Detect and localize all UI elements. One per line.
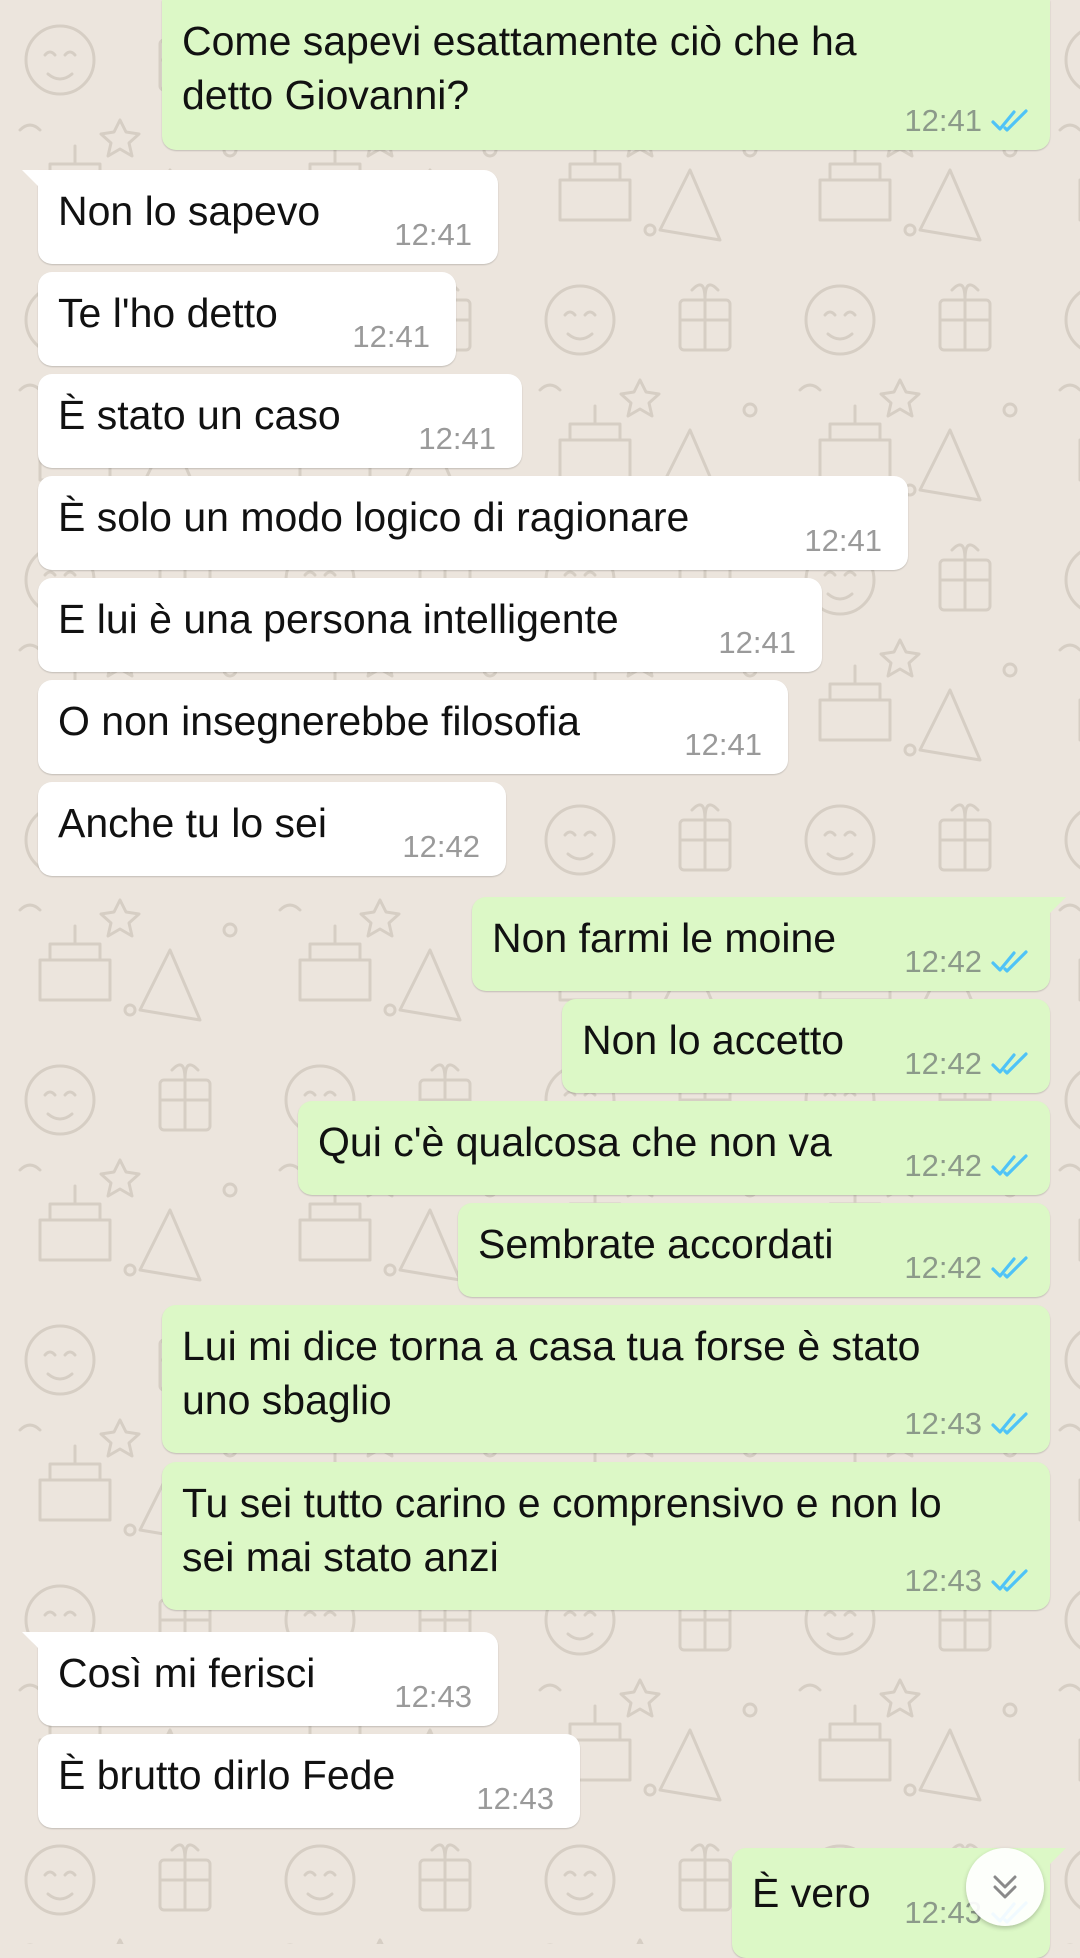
message-meta: 12:42 [904, 1251, 1032, 1285]
double-check-icon [991, 109, 1028, 132]
double-check-icon [991, 1412, 1028, 1435]
message-meta: 12:41 [394, 218, 472, 252]
message-time: 12:42 [904, 944, 982, 979]
message-meta: 12:41 [718, 626, 796, 660]
bubble-tail [22, 170, 44, 192]
message-meta: 12:43 [394, 1680, 472, 1714]
message-meta: 12:42 [904, 945, 1032, 979]
message-meta: 12:41 [352, 320, 430, 354]
double-chevron-down-icon [993, 1875, 1017, 1899]
message-text: O non insegnerebbe filosofia [58, 698, 580, 744]
message-time: 12:43 [904, 1563, 982, 1598]
double-check-icon [991, 1256, 1028, 1279]
scroll-to-bottom-button[interactable] [966, 1848, 1044, 1926]
message-time: 12:42 [904, 1250, 982, 1285]
bubble-tail [22, 1632, 44, 1654]
message-time: 12:42 [402, 829, 480, 864]
message-bubble-outgoing[interactable]: Non lo accetto 12:42 [562, 999, 1050, 1093]
message-text: Lui mi dice torna a casa tua forse è sta… [182, 1323, 921, 1423]
chat-message-list[interactable]: Come sapevi esattamente ciò che ha detto… [0, 0, 1080, 1958]
message-bubble-incoming[interactable]: E lui è una persona intelligente 12:41 [38, 578, 822, 672]
message-bubble-outgoing[interactable]: Tu sei tutto carino e comprensivo e non … [162, 1462, 1050, 1610]
message-bubble-outgoing[interactable]: Qui c'è qualcosa che non va 12:42 [298, 1101, 1050, 1195]
message-text: È solo un modo logico di ragionare [58, 494, 690, 540]
message-time: 12:43 [904, 1406, 982, 1441]
message-text: Sembrate accordati [478, 1221, 834, 1267]
bubble-tail [1044, 897, 1066, 919]
message-time: 12:41 [352, 319, 430, 354]
message-meta: 12:43 [476, 1782, 554, 1816]
message-meta: 12:41 [418, 422, 496, 456]
message-text: Anche tu lo sei [58, 800, 327, 846]
message-meta: 12:42 [904, 1149, 1032, 1183]
message-bubble-outgoing[interactable]: Non farmi le moine 12:42 [472, 897, 1066, 991]
message-text: Come sapevi esattamente ciò che ha detto… [182, 18, 857, 118]
message-text: Tu sei tutto carino e comprensivo e non … [182, 1480, 942, 1580]
message-text: Qui c'è qualcosa che non va [318, 1119, 832, 1165]
message-time: 12:43 [394, 1679, 472, 1714]
message-bubble-outgoing[interactable]: Lui mi dice torna a casa tua forse è sta… [162, 1305, 1050, 1453]
message-time: 12:42 [904, 1046, 982, 1081]
message-meta: 12:43 [904, 1564, 1032, 1598]
message-text: Non lo accetto [582, 1017, 845, 1063]
message-text: E lui è una persona intelligente [58, 596, 619, 642]
message-text: È stato un caso [58, 392, 341, 438]
message-meta: 12:41 [804, 524, 882, 558]
message-meta: 12:42 [402, 830, 480, 864]
message-bubble-incoming[interactable]: Te l'ho detto 12:41 [38, 272, 456, 366]
message-time: 12:41 [718, 625, 796, 660]
double-check-icon [991, 950, 1028, 973]
message-meta: 12:41 [904, 104, 1032, 138]
message-text: È brutto dirlo Fede [58, 1752, 396, 1798]
message-bubble-outgoing[interactable]: Sembrate accordati 12:42 [458, 1203, 1050, 1297]
bubble-tail [1044, 1848, 1066, 1870]
message-bubble-incoming[interactable]: Così mi ferisci 12:43 [22, 1632, 498, 1726]
message-time: 12:43 [476, 1781, 554, 1816]
message-text: Te l'ho detto [58, 290, 278, 336]
double-check-icon [991, 1052, 1028, 1075]
message-meta: 12:42 [904, 1047, 1032, 1081]
message-text: Non farmi le moine [492, 915, 837, 961]
message-time: 12:42 [904, 1148, 982, 1183]
message-meta: 12:43 [904, 1407, 1032, 1441]
message-bubble-incoming[interactable]: È solo un modo logico di ragionare 12:41 [38, 476, 908, 570]
message-bubble-incoming[interactable]: È stato un caso 12:41 [38, 374, 522, 468]
message-text: È vero [752, 1870, 871, 1916]
message-meta: 12:41 [684, 728, 762, 762]
message-bubble-incoming[interactable]: O non insegnerebbe filosofia 12:41 [38, 680, 788, 774]
message-bubble-incoming[interactable]: Anche tu lo sei 12:42 [38, 782, 506, 876]
double-check-icon [991, 1154, 1028, 1177]
message-bubble-outgoing[interactable]: Come sapevi esattamente ciò che ha detto… [162, 0, 1050, 150]
message-time: 12:41 [684, 727, 762, 762]
message-bubble-incoming[interactable]: È brutto dirlo Fede 12:43 [38, 1734, 580, 1828]
message-time: 12:41 [418, 421, 496, 456]
message-time: 12:41 [904, 103, 982, 138]
message-time: 12:41 [804, 523, 882, 558]
message-time: 12:41 [394, 217, 472, 252]
message-bubble-incoming[interactable]: Non lo sapevo 12:41 [22, 170, 498, 264]
message-text: Non lo sapevo [58, 188, 321, 234]
message-text: Così mi ferisci [58, 1650, 316, 1696]
double-check-icon [991, 1569, 1028, 1592]
